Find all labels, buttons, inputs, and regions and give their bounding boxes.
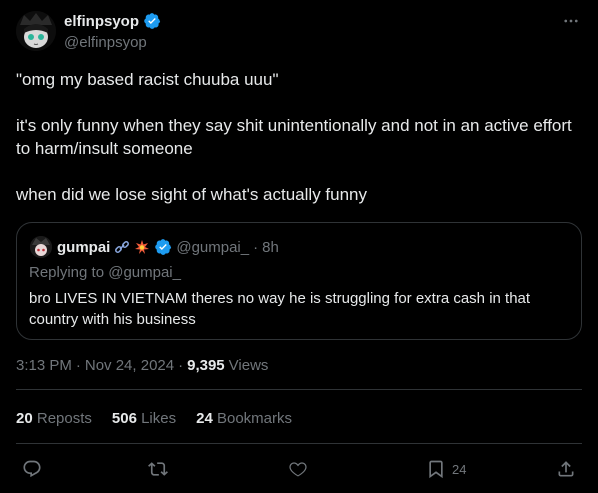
- action-bar: 24: [16, 456, 582, 482]
- quoted-author-avatar: [30, 236, 52, 258]
- bookmarks-count: 24: [196, 410, 213, 427]
- quoted-time: 8h: [262, 238, 279, 256]
- likes-count: 506: [111, 410, 137, 427]
- tweet-date[interactable]: Nov 24, 2024: [85, 357, 174, 374]
- share-icon: [558, 461, 574, 477]
- reply-icon: [23, 460, 41, 478]
- author-avatar[interactable]: [16, 11, 56, 51]
- divider: [16, 389, 582, 390]
- reply-button[interactable]: [22, 456, 42, 482]
- quoted-replying-to: Replying to @gumpai_: [29, 264, 181, 281]
- quoted-verified-badge-icon: [155, 239, 172, 255]
- more-options-icon[interactable]: [562, 12, 580, 30]
- views-label: Views: [228, 357, 269, 374]
- bookmarks-stat[interactable]: 24 Bookmarks: [196, 410, 292, 427]
- reposts-count: 20: [16, 410, 33, 427]
- tweet-meta: 3:13 PM · Nov 24, 2024 · 9,395 Views: [16, 357, 268, 374]
- quoted-handle: @gumpai_: [176, 238, 250, 256]
- author-handle[interactable]: @elfinpsyop: [64, 34, 147, 51]
- reposts-stat[interactable]: 20 Reposts: [16, 410, 92, 427]
- bookmarks-label: Bookmarks: [216, 410, 293, 427]
- quoted-separator: ·: [253, 238, 259, 256]
- repost-icon: [148, 462, 168, 476]
- repost-button[interactable]: [148, 456, 168, 482]
- tweet-text: "omg my based racist chuuba uuu" it's on…: [16, 70, 572, 204]
- meta-separator: ·: [75, 357, 81, 374]
- author-display-name[interactable]: elfinpsyop: [64, 13, 139, 30]
- bookmark-button[interactable]: 24: [426, 456, 466, 482]
- tweet-stats: 20 Reposts 506 Likes 24 Bookmarks: [16, 410, 292, 427]
- tweet-time[interactable]: 3:13 PM: [16, 357, 72, 374]
- bookmark-icon: [429, 460, 443, 479]
- verified-badge-icon: [144, 13, 161, 29]
- views-count: 9,395: [187, 357, 225, 374]
- collision-emoji-icon: [135, 240, 150, 254]
- quoted-display-name: gumpai: [57, 238, 111, 256]
- likes-label: Likes: [141, 410, 177, 427]
- quoted-text: bro LIVES IN VIETNAM theres no way he is…: [29, 290, 531, 328]
- divider: [16, 443, 582, 444]
- link-emoji-icon: [115, 241, 130, 253]
- reposts-label: Reposts: [36, 410, 92, 427]
- meta-separator: ·: [178, 357, 184, 374]
- likes-stat[interactable]: 506 Likes: [112, 410, 176, 427]
- bookmark-count: 24: [452, 461, 467, 477]
- quoted-tweet[interactable]: gumpai @gumpai_ · 8h Replying to @gumpai…: [16, 222, 582, 340]
- share-button[interactable]: [556, 456, 576, 482]
- heart-icon: [289, 462, 307, 477]
- like-button[interactable]: [288, 456, 308, 482]
